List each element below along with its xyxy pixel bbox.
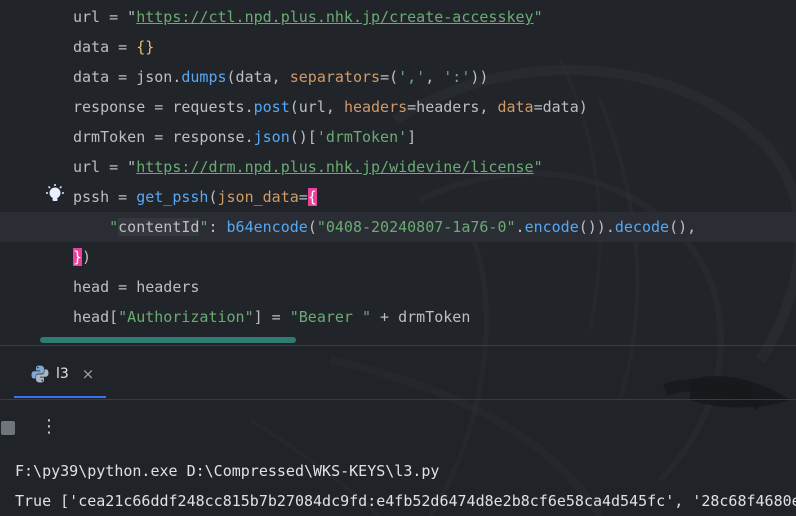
code-line[interactable]: url = "https://ctl.npd.plus.nhk.jp/creat… [73,2,543,32]
stop-button[interactable] [1,421,15,435]
tab-label: l3 [56,366,69,382]
code-token: "0408-20240807-1a76-0" [316,218,516,236]
code-token: ( [208,188,218,206]
code-token: https://drm.npd.plus.nhk.jp/widevine/lic… [136,158,534,176]
python-icon [31,365,49,383]
code-token: json [253,128,290,146]
code-token: separators [289,68,381,86]
code-token: pssh = [73,188,137,206]
code-token: { [307,188,317,206]
code-token: headers [343,98,408,116]
console-line-command: F:\py39\python.exe D:\Compressed\WKS-KEY… [15,462,440,480]
code-token: ) [82,248,92,266]
code-token: decode [614,218,670,236]
code-token: url = " [73,8,137,26]
code-token: response = requests. [73,98,254,116]
code-token: (url, [289,98,344,116]
code-token: (data, [226,68,290,86]
code-token: " [73,218,119,236]
code-token: data = [73,38,137,56]
code-token: ':' [443,68,471,86]
code-token: ] [407,128,417,146]
code-token: . [515,218,525,236]
code-token: data [497,98,534,116]
code-token: } [73,248,83,266]
code-token: =( [380,68,399,86]
code-line[interactable]: pssh = get_pssh(json_data={ [73,182,317,212]
code-token: https://ctl.npd.plus.nhk.jp/create-acces… [136,8,534,26]
code-line[interactable]: response = requests.post(url, headers=he… [73,92,588,122]
code-token: ()[ [289,128,317,146]
ide-window: url = "https://ctl.npd.plus.nhk.jp/creat… [0,0,796,516]
code-token: =headers, [407,98,498,116]
code-token: ()). [578,218,615,236]
code-line[interactable]: data = {} [73,32,154,62]
code-token: get_pssh [136,188,209,206]
code-line[interactable]: head = headers [73,272,199,302]
code-token: "Authorization" [118,308,254,326]
code-line[interactable]: url = "https://drm.npd.plus.nhk.jp/widev… [73,152,543,182]
code-token: head[ [73,308,119,326]
code-token: , [425,68,444,86]
console-line-output: True ['cea21c66ddf248cc815b7b27084dc9fd:… [15,492,796,510]
code-token: ( [307,218,317,236]
more-options-icon[interactable]: ⋮ [40,416,58,438]
horizontal-scrollbar[interactable] [40,337,296,343]
code-token: =data) [533,98,588,116]
code-token: : [208,218,227,236]
code-line[interactable]: drmToken = response.json()['drmToken'] [73,122,416,152]
code-token: " [533,8,543,26]
close-icon[interactable]: × [80,364,96,384]
code-token: " [533,158,543,176]
code-token: {} [136,38,155,56]
code-token: b64encode [226,218,308,236]
code-token: url = " [73,158,137,176]
code-token: )) [470,68,489,86]
code-token: drmToken = response. [73,128,254,146]
tab-active-indicator [14,396,106,398]
toolbar-divider [0,399,796,400]
code-line[interactable]: head["Authorization"] = "Bearer " + drmT… [73,302,470,332]
lightbulb-icon[interactable] [44,183,66,207]
code-token: 'drmToken' [316,128,408,146]
code-token: ',' [398,68,426,86]
code-token: contentId [118,218,200,236]
code-line[interactable]: }) [73,242,91,272]
code-line[interactable]: data = json.dumps(data, separators=(',',… [73,62,488,92]
code-token: (), [669,218,697,236]
code-line[interactable]: "contentId": b64encode("0408-20240807-1a… [73,212,696,242]
code-token: post [253,98,290,116]
code-token: + drmToken [371,308,471,326]
code-token: ] = [253,308,290,326]
code-token: "Bearer " [289,308,372,326]
code-token: json_data [217,188,299,206]
code-token: head = headers [73,278,200,296]
code-token: encode [524,218,579,236]
code-token: data = json. [73,68,182,86]
code-token: = [298,188,308,206]
code-token: dumps [181,68,227,86]
